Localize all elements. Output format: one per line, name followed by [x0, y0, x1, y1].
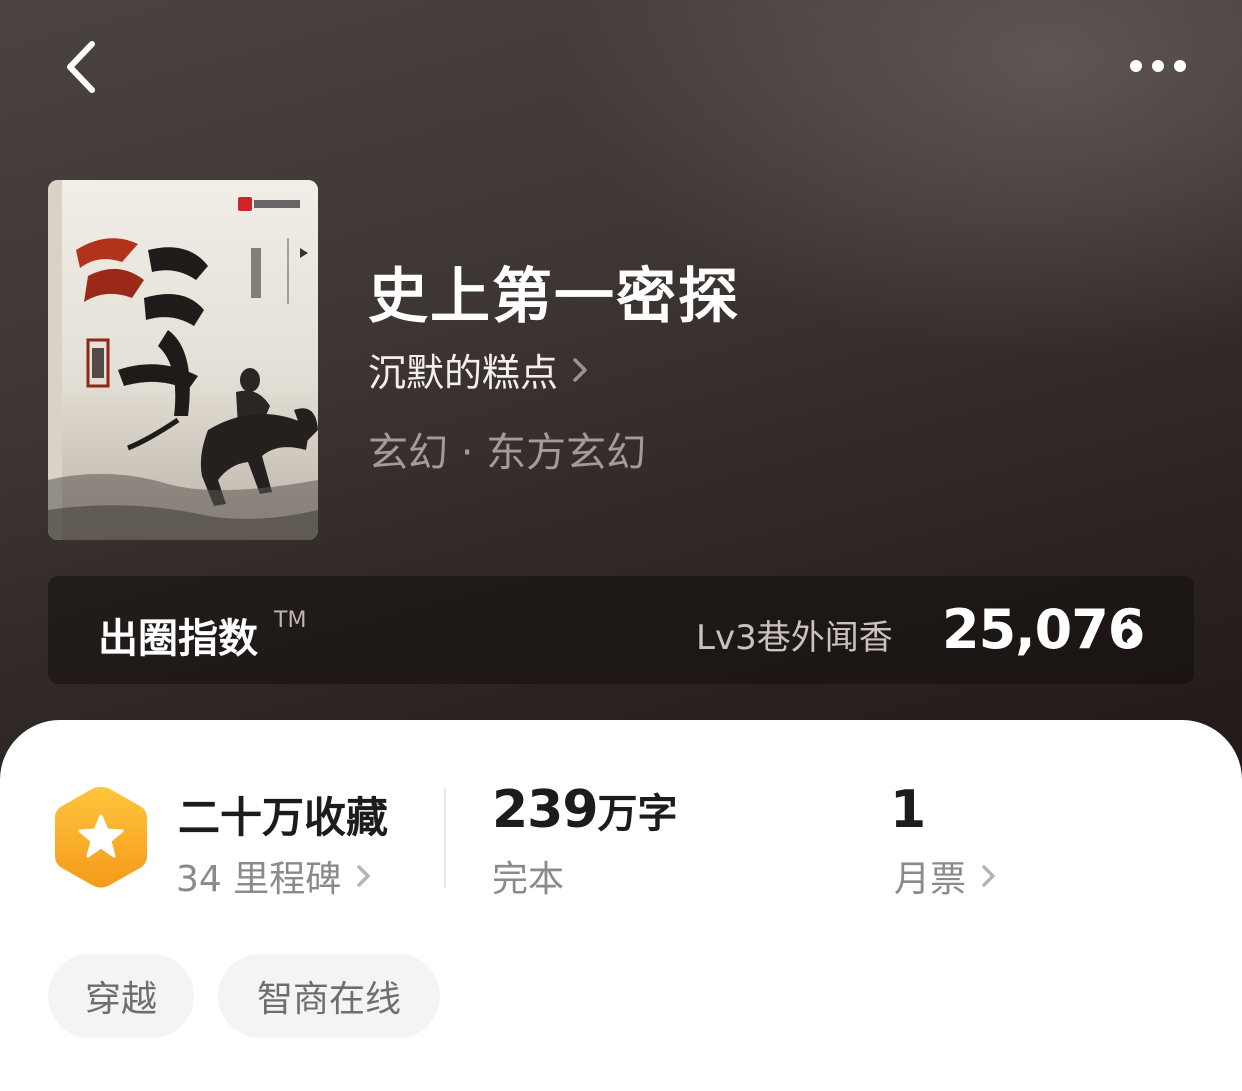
monthly-ticket-count: 1	[890, 780, 927, 840]
author-link[interactable]: 沉默的糕点	[368, 342, 590, 397]
info-sheet	[0, 720, 1242, 1091]
chevron-right-icon	[1127, 619, 1141, 643]
tag-chip[interactable]: 智商在线	[218, 954, 440, 1038]
book-genre: 玄幻 · 东方玄幻	[368, 430, 647, 476]
stat-divider	[444, 788, 446, 888]
word-count-unit: 万字	[597, 791, 678, 837]
monthly-ticket-link[interactable]: 月票	[894, 850, 998, 902]
book-detail-page: 史上第一密探 沉默的糕点 玄幻 · 东方玄幻 出圈指数 TM Lv3巷外闻香 2…	[0, 0, 1242, 1091]
star-badge-icon	[55, 787, 147, 888]
chevron-right-icon	[357, 865, 371, 887]
more-horizontal-icon	[1130, 60, 1186, 72]
chevron-left-icon	[67, 41, 95, 93]
back-button[interactable]	[52, 32, 116, 102]
author-name: 沉默的糕点	[368, 351, 559, 395]
collection-count: 二十万收藏	[178, 793, 389, 842]
book-cover-art	[48, 180, 318, 540]
hero-header: 史上第一密探 沉默的糕点 玄幻 · 东方玄幻 出圈指数 TM Lv3巷外闻香 2…	[0, 0, 1242, 780]
book-cover[interactable]	[48, 180, 318, 540]
completion-status: 完本	[492, 859, 565, 900]
milestone-label: 34 里程碑	[176, 859, 342, 900]
index-label: 出圈指数	[98, 616, 258, 662]
word-count-number: 239	[492, 780, 599, 840]
index-value: 25,076	[942, 598, 1145, 661]
more-button[interactable]	[1122, 46, 1202, 86]
milestone-link[interactable]: 34 里程碑	[176, 850, 373, 902]
book-title: 史上第一密探	[368, 262, 740, 332]
popularity-index-bar[interactable]: 出圈指数 TM Lv3巷外闻香 25,076	[48, 576, 1194, 684]
trademark-mark: TM	[274, 608, 307, 633]
monthly-ticket-label: 月票	[894, 859, 967, 900]
tag-chip[interactable]: 穿越	[48, 954, 194, 1038]
chevron-right-icon	[982, 865, 995, 887]
chevron-right-icon	[573, 357, 587, 382]
index-level: Lv3巷外闻香	[696, 618, 893, 658]
word-count: 239万字	[492, 780, 678, 840]
